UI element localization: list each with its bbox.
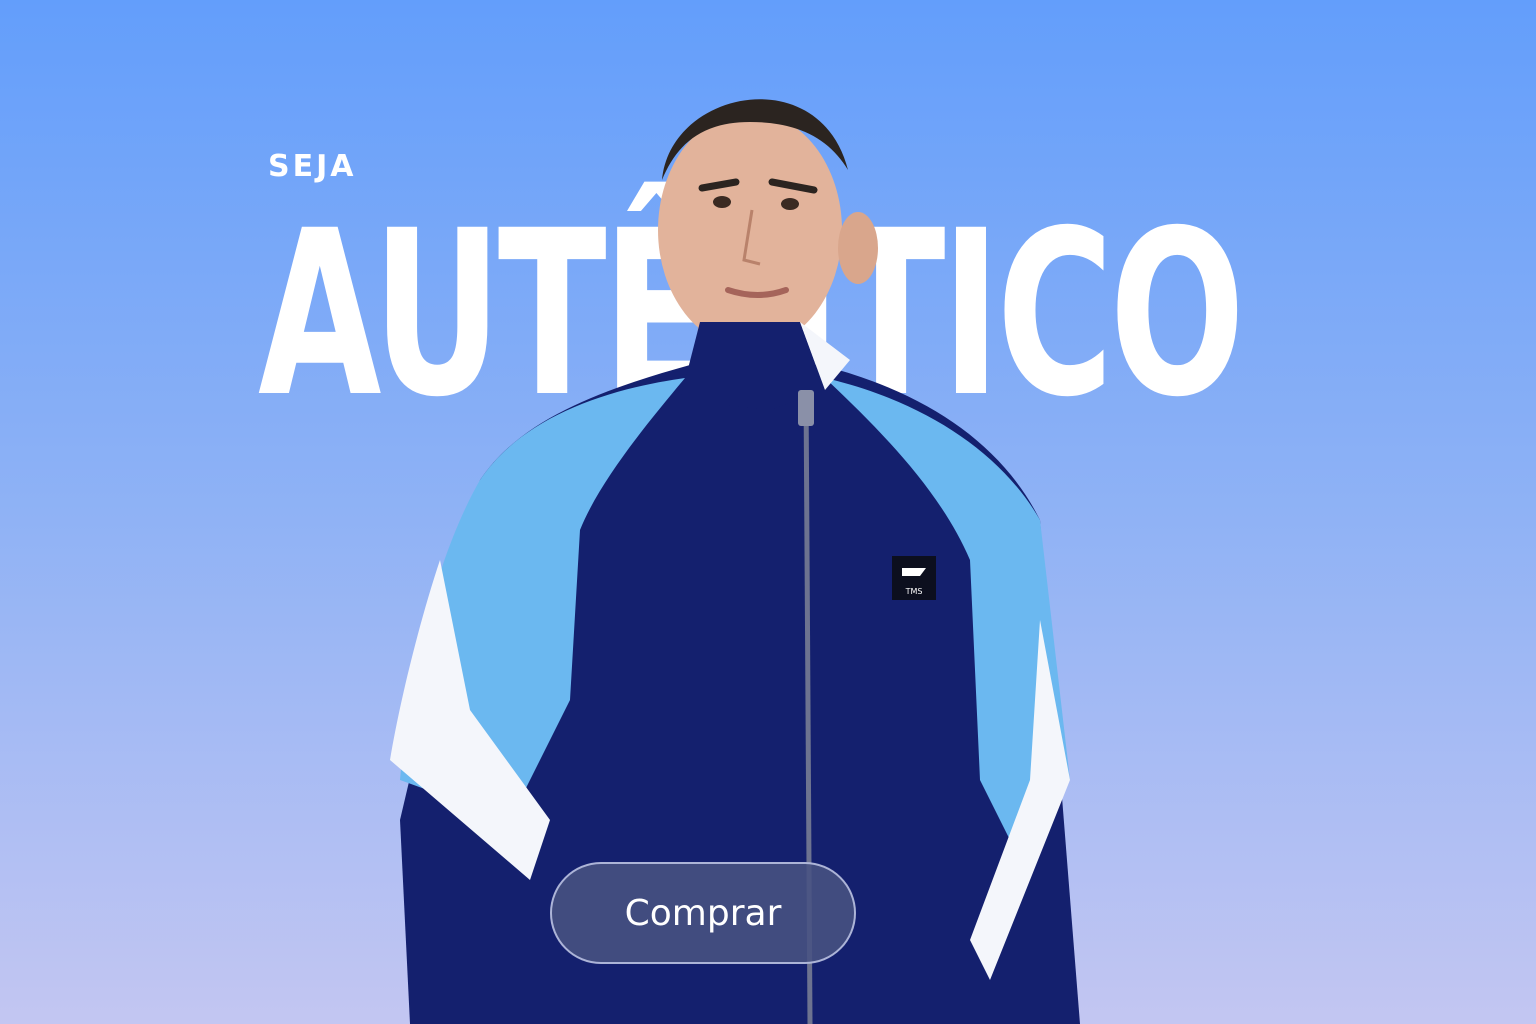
- buy-button[interactable]: Comprar: [550, 862, 856, 964]
- hero-banner: SEJA AUTÊNTICO: [0, 0, 1536, 1024]
- brand-patch-text: TMS: [905, 587, 923, 596]
- model-ear: [838, 212, 878, 284]
- eyebrow-text: SEJA: [268, 149, 357, 184]
